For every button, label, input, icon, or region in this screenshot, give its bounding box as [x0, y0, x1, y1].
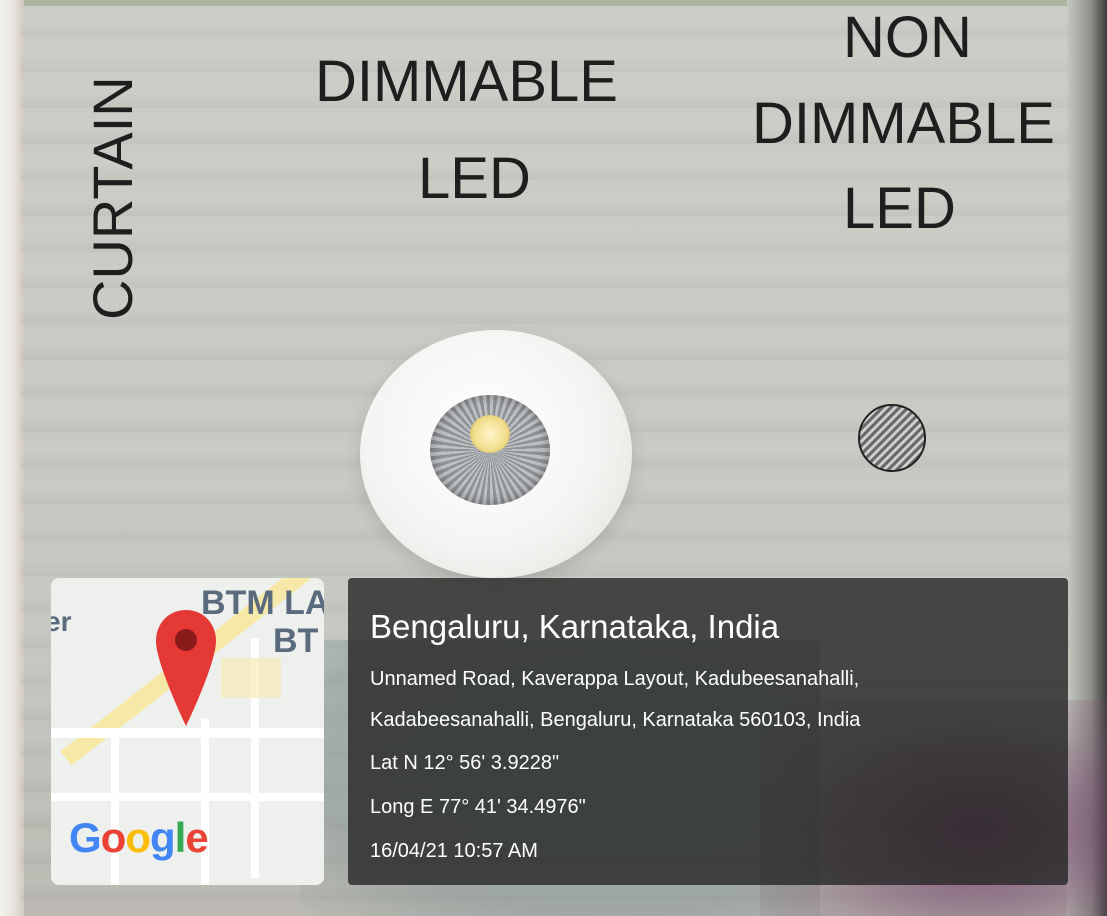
map-area	[221, 658, 281, 698]
curtain-label: CURTAIN	[81, 76, 144, 320]
non-dimmable-label-line1: NON	[843, 5, 972, 70]
map-label-btm: BTM LA	[201, 584, 324, 622]
map-label-btm-2: BT	[273, 622, 319, 660]
map-road	[111, 738, 119, 885]
non-dimmable-led-hole	[858, 404, 926, 472]
map-road	[51, 728, 324, 738]
address-line-2: Kadabeesanahalli, Bengaluru, Karnataka 5…	[370, 709, 861, 731]
latitude-text: Lat N 12° 56' 3.9228"	[370, 752, 560, 774]
address-line-1: Unnamed Road, Kaverappa Layout, Kadubees…	[370, 668, 860, 690]
map-road	[51, 793, 324, 801]
dimmable-label-line1: DIMMABLE	[315, 49, 618, 114]
google-logo: Google	[69, 814, 209, 861]
longitude-text: Long E 77° 41' 34.4976"	[370, 796, 586, 818]
non-dimmable-label-line3: LED	[843, 176, 956, 241]
location-info-panel: Bengaluru, Karnataka, India Unnamed Road…	[348, 578, 1068, 885]
map-thumbnail[interactable]: BTM LA BT er Google	[51, 578, 324, 885]
led-chip	[470, 415, 510, 453]
map-label-left: er	[51, 606, 72, 637]
timestamp-text: 16/04/21 10:57 AM	[370, 840, 538, 862]
map-pin-icon	[156, 610, 216, 726]
dimmable-label-line2: LED	[418, 146, 531, 211]
non-dimmable-label-line2: DIMMABLE	[752, 91, 1055, 156]
location-title: Bengaluru, Karnataka, India	[370, 608, 780, 645]
